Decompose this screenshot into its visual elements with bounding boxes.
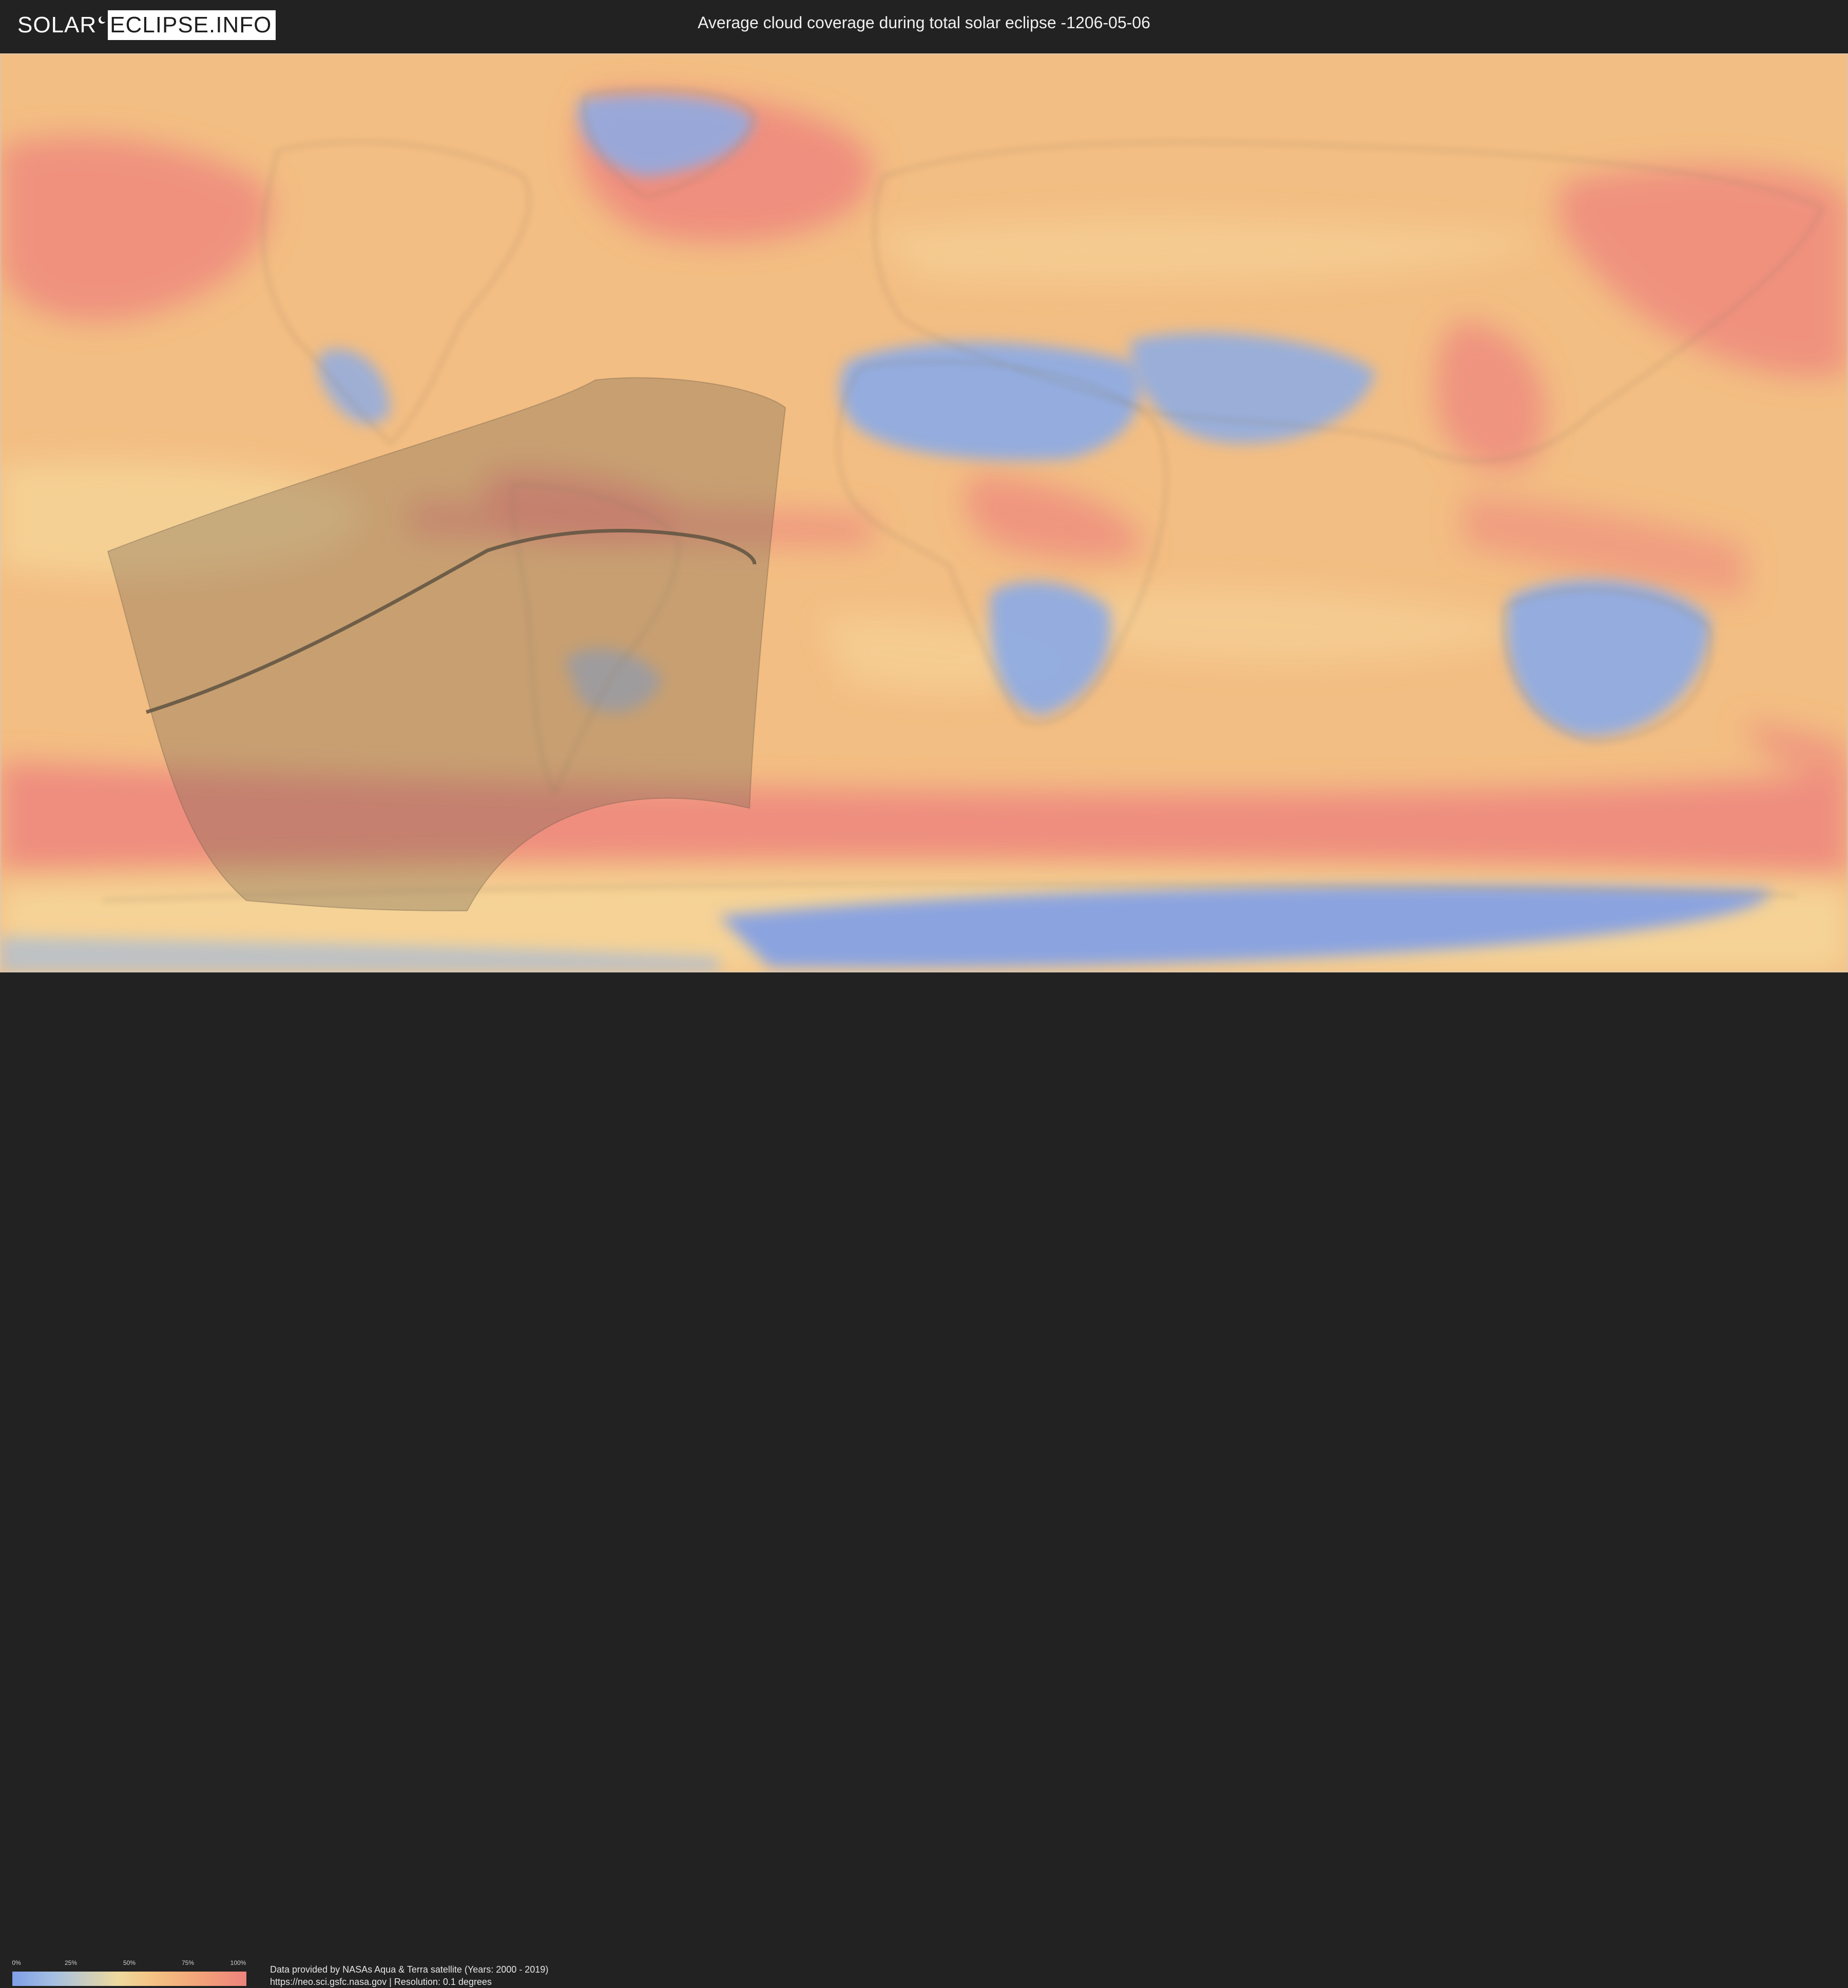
legend-tick: 50%	[123, 1959, 136, 1966]
legend-ticks: 0% 25% 50% 75% 100%	[12, 1959, 246, 1967]
cloud-coverage-map[interactable]	[0, 53, 1848, 972]
data-credit: Data provided by NASAs Aqua & Terra sate…	[270, 1963, 548, 1988]
page-title: Average cloud coverage during total sola…	[698, 13, 1150, 32]
credit-line-2: https://neo.sci.gsfc.nasa.gov | Resoluti…	[270, 1977, 492, 1987]
cloud-coverage-legend: 0% 25% 50% 75% 100%	[12, 1959, 246, 1988]
legend-color-bar	[12, 1972, 246, 1986]
footer: 0% 25% 50% 75% 100% Data provided by NAS…	[0, 973, 1848, 1987]
legend-tick: 25%	[64, 1959, 78, 1966]
legend-tick: 75%	[181, 1959, 195, 1966]
legend-tick: 100%	[230, 1959, 246, 1966]
world-map-svg	[0, 53, 1848, 972]
credit-line-1: Data provided by NASAs Aqua & Terra sate…	[270, 1964, 549, 1975]
legend-tick: 0%	[12, 1959, 21, 1966]
top-bar: SOLAR ECLIPSE.INFO Average cloud coverag…	[0, 0, 1848, 51]
